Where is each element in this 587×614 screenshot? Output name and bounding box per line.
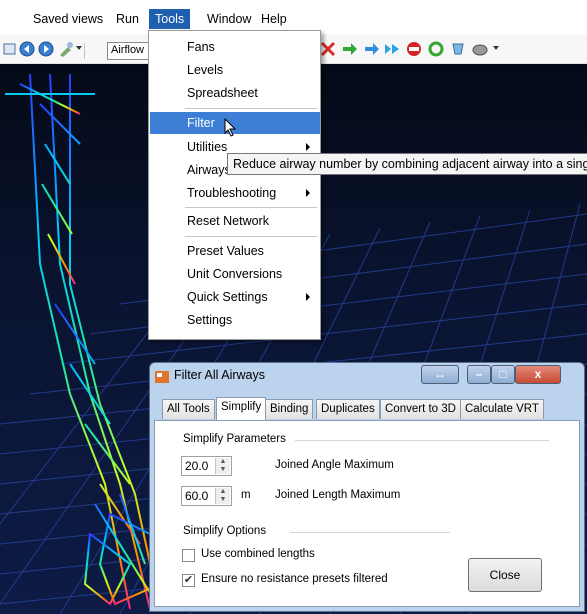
angle-label: Joined Angle Maximum <box>275 459 394 471</box>
menu-item-levels[interactable]: Levels <box>150 59 320 81</box>
close-button[interactable]: Close <box>468 558 542 592</box>
menu-item-fans[interactable]: Fans <box>150 36 320 58</box>
menu-item-preset-values[interactable]: Preset Values <box>150 240 320 262</box>
arrow-cross-icon[interactable] <box>320 41 336 57</box>
menu-saved-views[interactable]: Saved views <box>27 9 109 29</box>
mouse-cursor-icon <box>224 118 237 137</box>
tools-menu: Fans Levels Spreadsheet Filter Utilities… <box>148 30 321 340</box>
shield-icon[interactable] <box>450 41 466 57</box>
simplify-options-label: Simplify Options <box>183 525 267 537</box>
submenu-arrow-icon <box>306 293 310 301</box>
tools-icon[interactable] <box>58 41 74 57</box>
tab-calculate-vrt[interactable]: Calculate VRT <box>460 399 544 419</box>
arrow-right-blue-icon[interactable] <box>364 41 380 57</box>
angle-input[interactable]: 20.0 ▲ ▼ <box>181 456 232 476</box>
menu-separator <box>185 108 317 109</box>
menu-item-label: Quick Settings <box>187 290 268 304</box>
cloud-icon[interactable] <box>472 41 488 57</box>
angle-value: 20.0 <box>185 459 209 473</box>
app-icon <box>155 371 169 383</box>
view-combo[interactable]: Airflow <box>107 42 152 60</box>
simplify-panel: Simplify Parameters 20.0 ▲ ▼ Joined Angle… <box>154 420 580 607</box>
tab-binding[interactable]: Binding <box>265 399 314 419</box>
menu-item-spreadsheet[interactable]: Spreadsheet <box>150 82 320 104</box>
use-combined-lengths-checkbox[interactable] <box>182 549 195 562</box>
length-value: 60.0 <box>185 489 209 503</box>
recycle-icon[interactable] <box>428 41 444 57</box>
tab-simplify[interactable]: Simplify <box>216 397 267 420</box>
submenu-arrow-icon <box>306 189 310 197</box>
tab-duplicates[interactable]: Duplicates <box>316 399 380 419</box>
length-unit: m <box>241 489 251 501</box>
menu-item-quick-settings[interactable]: Quick Settings <box>150 286 320 308</box>
dialog-title: Filter All Airways <box>174 368 265 382</box>
ensure-no-presets-checkbox[interactable]: ✔ <box>182 574 195 587</box>
menu-item-label: Utilities <box>187 140 228 154</box>
menu-item-settings[interactable]: Settings <box>150 309 320 331</box>
length-spinner[interactable]: ▲ ▼ <box>215 488 230 504</box>
toolbar-separator <box>84 43 85 59</box>
more-dropdown-icon[interactable] <box>493 46 499 50</box>
simplify-parameters-label: Simplify Parameters <box>183 433 286 445</box>
menu-help[interactable]: Help <box>255 9 293 29</box>
menu-tools[interactable]: Tools <box>149 9 191 29</box>
use-combined-lengths-label: Use combined lengths <box>201 548 315 560</box>
menu-separator <box>185 236 317 237</box>
arrow-right-green-icon[interactable] <box>342 41 358 57</box>
window-close-button[interactable]: x <box>515 365 561 384</box>
submenu-arrow-icon <box>306 143 310 151</box>
stop-icon[interactable] <box>406 41 422 57</box>
minimize-button[interactable]: – <box>467 365 491 384</box>
group-divider <box>295 440 549 441</box>
maximize-button[interactable]: □ <box>491 365 515 384</box>
menu-window[interactable]: Window <box>201 9 257 29</box>
length-label: Joined Length Maximum <box>275 489 401 501</box>
edit-icon[interactable] <box>2 41 18 57</box>
double-arrow-icon[interactable] <box>384 41 400 57</box>
dropdown-arrow-icon[interactable] <box>76 46 82 50</box>
swap-button[interactable]: ↔ <box>421 365 459 384</box>
menu-bar: Saved views Run Tools Window Help <box>0 0 587 34</box>
menu-separator <box>185 207 317 208</box>
tab-all-tools[interactable]: All Tools <box>162 399 215 419</box>
angle-spinner[interactable]: ▲ ▼ <box>215 458 230 474</box>
back-icon[interactable] <box>19 41 35 57</box>
filter-dialog: Filter All Airways ↔ – □ x All Tools Sim… <box>149 362 585 612</box>
ensure-no-presets-label: Ensure no resistance presets filtered <box>201 573 388 585</box>
airway-network <box>5 73 162 610</box>
group-divider <box>290 532 450 533</box>
filter-tooltip: Reduce airway number by combining adjace… <box>227 153 587 175</box>
forward-icon[interactable] <box>38 41 54 57</box>
menu-item-troubleshooting[interactable]: Troubleshooting <box>150 182 320 204</box>
menu-item-unit-conversions[interactable]: Unit Conversions <box>150 263 320 285</box>
menu-item-reset-network[interactable]: Reset Network <box>150 210 320 232</box>
menu-item-label: Troubleshooting <box>187 186 277 200</box>
length-input[interactable]: 60.0 ▲ ▼ <box>181 486 232 506</box>
tab-convert-to-3d[interactable]: Convert to 3D <box>380 399 461 419</box>
menu-run[interactable]: Run <box>110 9 145 29</box>
